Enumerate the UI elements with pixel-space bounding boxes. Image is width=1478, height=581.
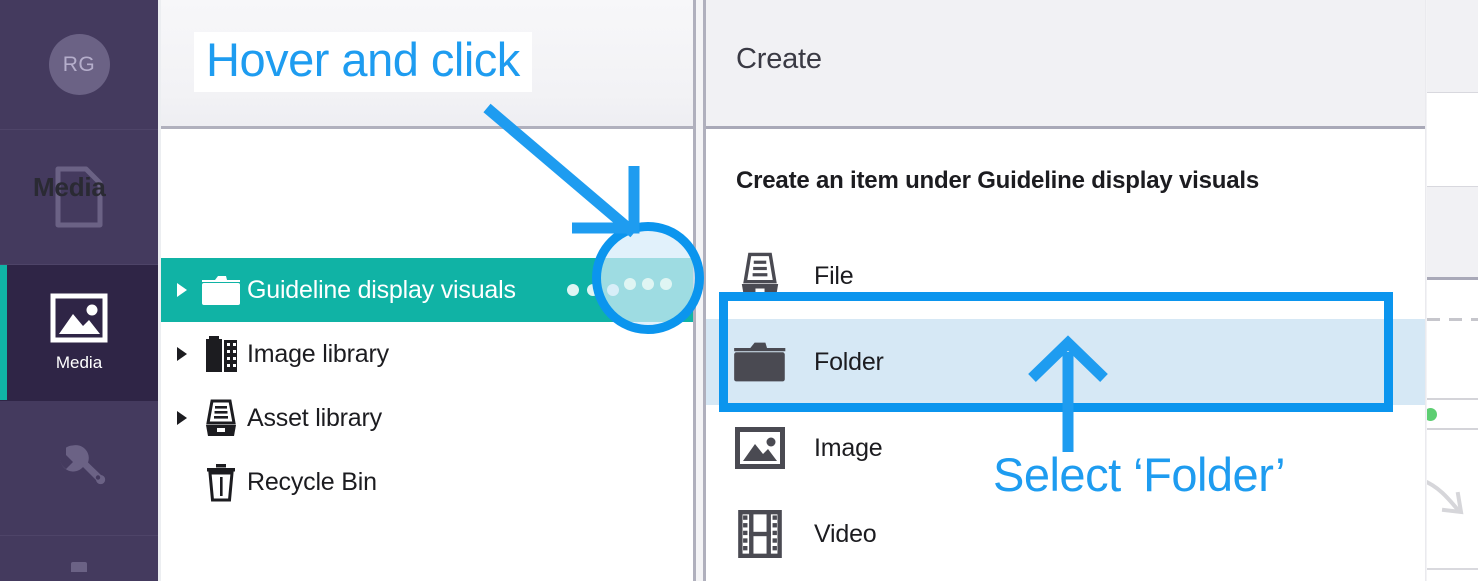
- tree-panel-header: [161, 0, 693, 129]
- expand-caret-icon[interactable]: [169, 283, 195, 297]
- kebab-overlay-dots: [592, 222, 704, 334]
- create-option-video[interactable]: Video: [706, 491, 1425, 577]
- image-icon: [706, 427, 814, 469]
- user-avatar-cell[interactable]: RG: [0, 0, 158, 130]
- annotation-highlight-box: [719, 292, 1393, 412]
- sidebar-item-media[interactable]: Media: [0, 265, 158, 401]
- background-row-divider: [1425, 568, 1478, 570]
- sidebar-item-settings[interactable]: [0, 401, 158, 536]
- create-panel: Create Create an item under Guideline di…: [706, 0, 1425, 581]
- curved-arrow-icon: [1421, 478, 1464, 515]
- create-option-label: File: [814, 261, 854, 290]
- expand-caret-icon[interactable]: [169, 347, 195, 361]
- create-panel-header: Create: [706, 0, 1425, 129]
- background-row-divider: [1425, 428, 1478, 430]
- partial-icon: [71, 561, 87, 572]
- tree-item-label: Guideline display visuals: [247, 275, 516, 304]
- tree-item-label: Image library: [247, 339, 389, 368]
- dashed-divider: [1427, 318, 1478, 321]
- background-row-divider: [1425, 398, 1478, 400]
- folder-icon: [195, 273, 247, 307]
- create-subtitle: Create an item under Guideline display v…: [736, 167, 1259, 194]
- page-title: Media: [33, 172, 106, 202]
- expand-caret-icon[interactable]: [169, 411, 195, 425]
- sidebar-item-label: Media: [55, 352, 103, 372]
- file-cabinet-icon: [195, 398, 247, 438]
- image-icon: [50, 293, 108, 342]
- wrench-icon: [59, 445, 106, 485]
- left-nav-rail: RG Media: [0, 0, 158, 581]
- create-panel-title: Create: [736, 43, 822, 75]
- create-option-image[interactable]: Image: [706, 405, 1425, 491]
- create-option-label: Video: [814, 519, 877, 548]
- sidebar-item-extra[interactable]: [0, 536, 158, 581]
- tree-item-label: Asset library: [247, 403, 382, 432]
- avatar[interactable]: RG: [48, 34, 110, 95]
- film-roll-icon: [195, 334, 247, 374]
- tree-item-recycle-bin[interactable]: Recycle Bin: [161, 450, 693, 514]
- panel-edge: [1425, 0, 1427, 581]
- tree-item-label: Recycle Bin: [247, 467, 377, 496]
- screenshot-root: RG Media Media Guideline display visuals…: [0, 0, 1478, 581]
- avatar-initials: RG: [62, 52, 96, 76]
- tree-item-asset-library[interactable]: Asset library: [161, 386, 693, 450]
- create-option-label: Image: [814, 433, 883, 462]
- film-strip-icon: [706, 510, 814, 558]
- trash-icon: [195, 462, 247, 502]
